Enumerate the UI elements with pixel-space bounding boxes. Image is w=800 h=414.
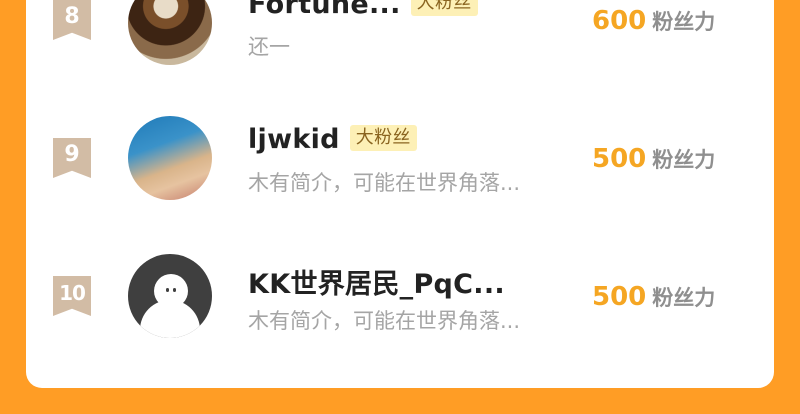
fan-power-unit: 粉丝力: [652, 10, 716, 34]
user-bio: 还一: [248, 35, 290, 59]
fan-badge: 大粉丝: [349, 124, 417, 151]
user-name-text: ljwkid: [248, 124, 340, 155]
fan-power-unit: 粉丝力: [652, 148, 716, 172]
rank-badge: 9: [53, 138, 91, 178]
avatar-eye: [173, 288, 176, 292]
list-item[interactable]: 9 ljwkid 大粉丝 木有简介，可能在世界角落... 500 粉丝力: [26, 108, 774, 208]
user-name[interactable]: Fortune... 大粉丝: [248, 0, 478, 20]
fan-power-value: 500: [592, 144, 647, 174]
fan-badge: 大粉丝: [410, 0, 478, 16]
user-bio: 木有简介，可能在世界角落...: [248, 309, 521, 333]
user-name-text: Fortune...: [248, 0, 401, 20]
avatar-eye: [166, 288, 169, 292]
user-name[interactable]: KK世界居民_PqC...: [248, 262, 505, 301]
rank-badge: 10: [53, 276, 91, 316]
user-name[interactable]: ljwkid 大粉丝: [248, 124, 417, 155]
fan-power-value: 600: [592, 6, 647, 36]
list-item[interactable]: 8 Fortune... 大粉丝 还一 600 粉丝力: [26, 0, 774, 70]
fan-power: 600 粉丝力: [592, 6, 715, 36]
user-bio: 木有简介，可能在世界角落...: [248, 171, 521, 195]
fan-power: 500 粉丝力: [592, 144, 715, 174]
list-item[interactable]: 10 KK世界居民_PqC... 木有简介，可能在世界角落... 500 粉丝力: [26, 246, 774, 346]
fan-power-value: 500: [592, 282, 647, 312]
default-avatar-icon[interactable]: [128, 254, 212, 338]
fan-power: 500 粉丝力: [592, 282, 715, 312]
avatar[interactable]: [128, 116, 212, 200]
fan-ranking-card: 8 Fortune... 大粉丝 还一 600 粉丝力 9 ljwkid 大粉丝 木有…: [26, 0, 774, 388]
avatar-body-shape: [140, 300, 200, 338]
fan-power-unit: 粉丝力: [652, 286, 716, 310]
avatar[interactable]: [128, 0, 212, 65]
rank-badge: 8: [53, 0, 91, 40]
